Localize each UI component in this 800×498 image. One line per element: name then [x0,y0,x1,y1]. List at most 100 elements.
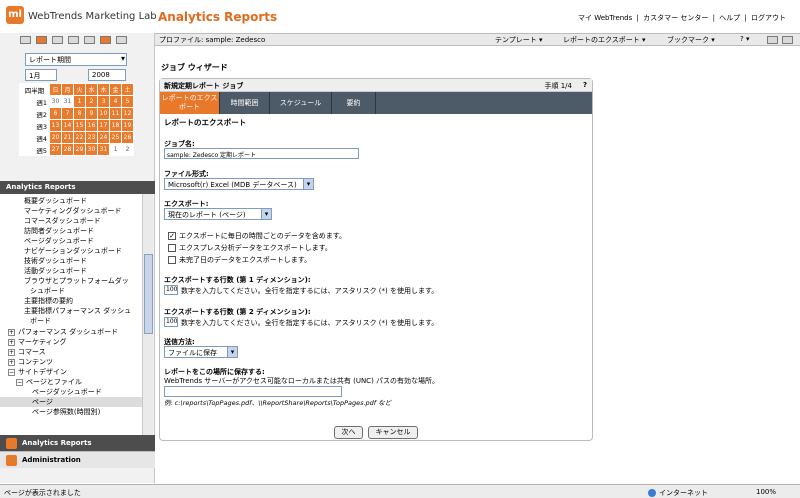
express-analysis-checkbox[interactable]: エクスプレス分析データをエクスポートします。 [168,243,332,253]
link-logout[interactable]: ログアウト [751,14,786,22]
date-range-select[interactable]: レポート期間 [25,53,127,66]
expand-icon[interactable]: + [8,329,15,336]
tree-item-commerce[interactable]: + コマース [8,347,46,357]
rows-dim1-input[interactable]: 100 [164,285,178,295]
include-hourly-checkbox[interactable]: ✓ エクスポートに毎日の時間ごとのデータを含めます。 [168,231,346,241]
tree-item-site-design[interactable]: − サイトデザイン [8,367,67,377]
bookmark-menu[interactable]: ブックマーク ▾ [667,35,715,45]
nav-item[interactable]: ページダッシュボード [24,236,94,246]
file-format-select[interactable]: Microsoft(r) Excel (MDB データベース) ▾ [164,178,314,190]
calendar-day[interactable]: 30 [85,143,98,156]
save-location-input[interactable] [164,386,342,397]
calendar-day[interactable]: 9 [85,107,98,120]
window-icon[interactable] [782,36,793,44]
calendar-week-icon[interactable] [52,36,63,44]
tab-summary[interactable]: 要約 [332,92,376,114]
calendar-day[interactable]: 13 [49,119,62,132]
administration-bar[interactable]: Administration [0,451,155,468]
calendar-day[interactable]: 15 [73,119,86,132]
calendar-day[interactable]: 23 [85,131,98,144]
nav-scrollbar[interactable] [142,194,153,462]
calendar-day[interactable]: 20 [49,131,62,144]
tab-report-export[interactable]: レポートのエクスポート [160,92,220,114]
calendar-day[interactable]: 28 [61,143,74,156]
nav-item[interactable]: 活動ダッシュボード [24,266,87,276]
export-select[interactable]: 現在のレポート (ページ) ▾ [164,208,272,220]
calendar-day[interactable]: 12 [121,107,134,120]
tab-schedule[interactable]: スケジュール [270,92,332,114]
tree-item-pages-files[interactable]: − ページとファイル [16,377,82,387]
tree-item-performance[interactable]: + パフォーマンス ダッシュボード [8,327,118,337]
nav-item[interactable]: ブラウザとプラットフォームダッ [24,276,129,286]
checkbox[interactable] [168,256,176,264]
nav-item[interactable]: 主要指標パフォーマンス ダッシュ [24,306,131,316]
help-icon[interactable]: ? [583,81,587,89]
month-select[interactable]: 1月 [25,69,57,81]
print-icon[interactable] [767,36,778,44]
calendar-day[interactable]: 24 [97,131,110,144]
calendar-day[interactable]: 5 [121,95,134,108]
calendar-day[interactable]: 29 [73,143,86,156]
help-menu[interactable]: ? ▾ [740,35,749,43]
calendar-day[interactable]: 14 [61,119,74,132]
tree-item-page-views-hourly[interactable]: ページ参照数(時間別) [32,407,100,417]
link-customer-center[interactable]: カスタマー センター [643,14,708,22]
analytics-reports-bar[interactable]: Analytics Reports [0,435,155,451]
calendar-day-icon[interactable] [36,36,47,44]
calendar-day[interactable]: 8 [73,107,86,120]
checkbox-checked[interactable]: ✓ [168,232,176,240]
zoom-level[interactable]: 100% [756,488,776,496]
cancel-button[interactable]: キャンセル [368,426,418,439]
calendar-range-icon[interactable] [116,36,127,44]
next-button[interactable]: 次へ [334,426,363,439]
calendar-day[interactable]: 2 [85,95,98,108]
calendar-day[interactable]: 19 [121,119,134,132]
year-select[interactable]: 2008 [88,69,126,81]
calendar-year-icon[interactable] [100,36,111,44]
tree-item-content[interactable]: + コンテンツ [8,357,53,367]
calendar-day[interactable]: 25 [109,131,122,144]
expand-icon[interactable]: + [8,339,15,346]
collapse-icon[interactable] [20,36,31,44]
calendar-day[interactable]: 1 [73,95,86,108]
job-name-input[interactable]: sample: Zedesco 定期レポート [164,148,359,159]
calendar-day[interactable]: 16 [85,119,98,132]
tree-item-pages[interactable]: ページ [0,397,142,407]
rows-dim2-input[interactable]: 100 [164,317,178,327]
collapse-icon[interactable]: − [8,369,15,376]
tree-item-page-dashboard[interactable]: ページダッシュボード [32,387,102,397]
scroll-thumb[interactable] [144,254,153,334]
send-method-select[interactable]: ファイルに保存 ▾ [164,346,238,358]
calendar-day[interactable]: 31 [97,143,110,156]
week-label[interactable]: 週3 [19,119,50,132]
calendar-day[interactable]: 18 [109,119,122,132]
week-label[interactable]: 週1 [19,95,50,108]
calendar-day[interactable]: 31 [61,95,74,108]
profile-label[interactable]: プロファイル: sample: Zedesco [159,35,265,45]
week-label[interactable]: 週2 [19,107,50,120]
report-export-menu[interactable]: レポートのエクスポート ▾ [563,35,646,45]
nav-item[interactable]: ナビゲーションダッシュボード [24,246,122,256]
nav-item[interactable]: 概要ダッシュボード [24,196,87,206]
tab-time-range[interactable]: 時間範囲 [220,92,270,114]
checkbox[interactable] [168,244,176,252]
calendar-day[interactable]: 22 [73,131,86,144]
nav-item[interactable]: マーケティングダッシュボード [24,206,121,216]
nav-item[interactable]: 訪問者ダッシュボード [24,226,94,236]
week-label[interactable]: 週5 [19,143,50,156]
tree-item-marketing[interactable]: + マーケティング [8,337,66,347]
calendar-day[interactable]: 4 [109,95,122,108]
nav-item[interactable]: 技術ダッシュボード [24,256,87,266]
nav-item[interactable]: コマースダッシュボード [24,216,101,226]
link-my-webtrends[interactable]: マイ WebTrends [578,14,632,22]
calendar-day[interactable]: 26 [121,131,134,144]
nav-item[interactable]: ボード [30,316,51,326]
calendar-day[interactable]: 11 [109,107,122,120]
calendar-day[interactable]: 1 [109,143,122,156]
calendar-day[interactable]: 30 [49,95,62,108]
calendar-day[interactable]: 17 [97,119,110,132]
collapse-icon[interactable]: − [16,379,23,386]
calendar-quarter-icon[interactable] [84,36,95,44]
calendar-day[interactable]: 3 [97,95,110,108]
calendar-day[interactable]: 2 [121,143,134,156]
